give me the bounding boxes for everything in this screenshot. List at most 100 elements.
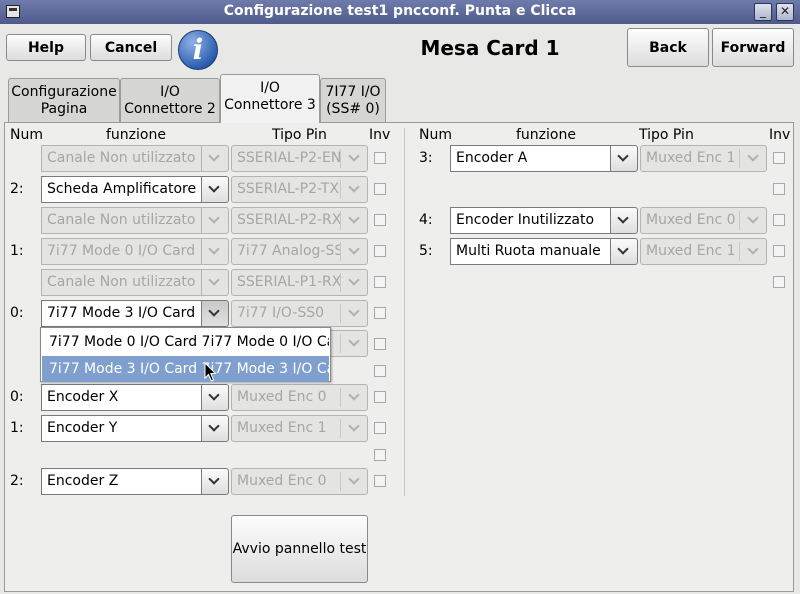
chevron-down-icon xyxy=(208,389,220,401)
inv-checkbox[interactable] xyxy=(374,152,386,164)
pin-type-select: Muxed Enc 1 xyxy=(231,415,368,442)
pin-number: 0: xyxy=(10,389,24,405)
chevron-down-icon xyxy=(208,181,220,193)
chevron-down-icon xyxy=(208,150,220,162)
inv-checkbox[interactable] xyxy=(374,365,386,377)
inv-checkbox[interactable] xyxy=(374,422,386,434)
function-select[interactable]: Encoder X xyxy=(41,384,202,411)
chevron-down-icon xyxy=(348,389,360,401)
function-dropdown-button[interactable] xyxy=(610,145,638,172)
pin-type-select: 7i77 Analog-SS1 xyxy=(231,238,368,265)
right-header-funzione: funzione xyxy=(516,127,576,143)
tab-7i77-io[interactable]: 7I77 I/O (SS# 0) xyxy=(320,78,386,122)
chevron-down-icon xyxy=(208,274,220,286)
function-dropdown-button[interactable] xyxy=(201,384,229,411)
function-select[interactable]: Encoder Y xyxy=(41,415,202,442)
pin-number: 0: xyxy=(10,305,24,321)
pin-number: 2: xyxy=(10,181,24,197)
window-title: Configurazione test1 pncconf. Punta e Cl… xyxy=(223,3,577,19)
back-button[interactable]: Back xyxy=(627,28,709,67)
pin-type-select: 7i77 I/O-SS0 xyxy=(231,300,368,327)
function-select[interactable]: Multi Ruota manuale xyxy=(450,238,611,265)
chevron-down-icon xyxy=(208,473,220,485)
help-button[interactable]: Help xyxy=(6,34,86,61)
right-header-num: Num xyxy=(419,127,452,143)
pin-number: 3: xyxy=(419,150,433,166)
function-dropdown-button xyxy=(201,145,229,172)
dropdown-option-mode-3[interactable]: 7i77 Mode 3 I/O Card 7i77 Mode 3 I/O Car… xyxy=(42,356,329,382)
close-button[interactable]: ✕ xyxy=(776,3,794,21)
inv-checkbox[interactable] xyxy=(773,245,785,257)
inv-checkbox[interactable] xyxy=(773,214,785,226)
chevron-down-icon xyxy=(747,243,759,255)
inv-checkbox[interactable] xyxy=(374,183,386,195)
inv-checkbox[interactable] xyxy=(374,449,386,461)
chevron-down-icon xyxy=(208,420,220,432)
inv-checkbox[interactable] xyxy=(773,183,785,195)
chevron-down-icon xyxy=(348,274,360,286)
left-header-funzione: funzione xyxy=(106,127,166,143)
tab-configurazione-pagina[interactable]: Configurazione Pagina xyxy=(8,78,120,122)
chevron-down-icon xyxy=(208,305,220,317)
forward-button[interactable]: Forward xyxy=(712,28,794,67)
function-dropdown-button xyxy=(201,269,229,296)
function-select[interactable]: Encoder Inutilizzato xyxy=(450,207,611,234)
minimize-button[interactable]: _ xyxy=(754,3,772,21)
cancel-button[interactable]: Cancel xyxy=(90,34,172,61)
column-separator xyxy=(404,128,405,496)
pin-number: 5: xyxy=(419,243,433,259)
dropdown-option-mode-0[interactable]: 7i77 Mode 0 I/O Card 7i77 Mode 0 I/O Car… xyxy=(42,329,329,355)
pin-type-select: SSERIAL-P2-EN xyxy=(231,145,368,172)
info-icon[interactable]: i xyxy=(178,30,218,70)
chevron-down-icon xyxy=(348,212,360,224)
function-dropdown-button[interactable] xyxy=(201,176,229,203)
inv-checkbox[interactable] xyxy=(773,152,785,164)
test-panel-button[interactable]: Avvio pannello test xyxy=(231,515,368,583)
pin-number: 4: xyxy=(419,212,433,228)
function-dropdown-button[interactable] xyxy=(201,468,229,495)
right-header-tipo-pin: Tipo Pin xyxy=(639,127,694,143)
mouse-cursor-icon xyxy=(204,362,217,382)
function-dropdown-button[interactable] xyxy=(201,300,229,327)
function-select[interactable]: Encoder Z xyxy=(41,468,202,495)
right-header-inv: Inv xyxy=(769,127,791,143)
chevron-down-icon xyxy=(747,150,759,162)
function-select: Canale Non utilizzato xyxy=(41,269,202,296)
inv-checkbox[interactable] xyxy=(374,214,386,226)
inv-checkbox[interactable] xyxy=(374,338,386,350)
left-header-inv: Inv xyxy=(369,127,391,143)
inv-checkbox[interactable] xyxy=(374,391,386,403)
chevron-down-icon xyxy=(348,181,360,193)
function-dropdown-button[interactable] xyxy=(610,238,638,265)
chevron-down-icon xyxy=(747,212,759,224)
inv-checkbox[interactable] xyxy=(374,276,386,288)
function-select: Canale Non utilizzato xyxy=(41,145,202,172)
pin-number: 1: xyxy=(10,243,24,259)
pin-type-select: SSERIAL-P1-RX xyxy=(231,269,368,296)
function-select[interactable]: Scheda Amplificatore 8i20 xyxy=(41,176,202,203)
function-select[interactable]: Encoder A xyxy=(450,145,611,172)
title-bar: Configurazione test1 pncconf. Punta e Cl… xyxy=(0,0,800,24)
chevron-down-icon xyxy=(617,243,629,255)
inv-checkbox[interactable] xyxy=(374,475,386,487)
left-header-num: Num xyxy=(10,127,43,143)
function-dropdown-button[interactable] xyxy=(201,415,229,442)
pin-type-select: Muxed Enc 0 xyxy=(231,384,368,411)
pin-type-select: Muxed Enc 1 xyxy=(640,238,767,265)
tab-io-connettore-3[interactable]: I/O Connettore 3 xyxy=(220,74,320,123)
pin-number: 2: xyxy=(10,473,24,489)
function-dropdown-button xyxy=(201,238,229,265)
pin-type-select: Muxed Enc 0 xyxy=(640,207,767,234)
pin-type-select: Muxed Enc 1 xyxy=(640,145,767,172)
tab-io-connettore-2[interactable]: I/O Connettore 2 xyxy=(120,78,220,122)
function-select[interactable]: 7i77 Mode 3 I/O Card xyxy=(41,300,202,327)
function-dropdown-button[interactable] xyxy=(610,207,638,234)
inv-checkbox[interactable] xyxy=(374,307,386,319)
inv-checkbox[interactable] xyxy=(773,276,785,288)
pin-type-select: SSERIAL-P2-TX xyxy=(231,176,368,203)
pin-number: 1: xyxy=(10,420,24,436)
inv-checkbox[interactable] xyxy=(374,245,386,257)
chevron-down-icon xyxy=(348,473,360,485)
pin-type-select: SSERIAL-P2-RX xyxy=(231,207,368,234)
left-header-tipo-pin: Tipo Pin xyxy=(272,127,327,143)
